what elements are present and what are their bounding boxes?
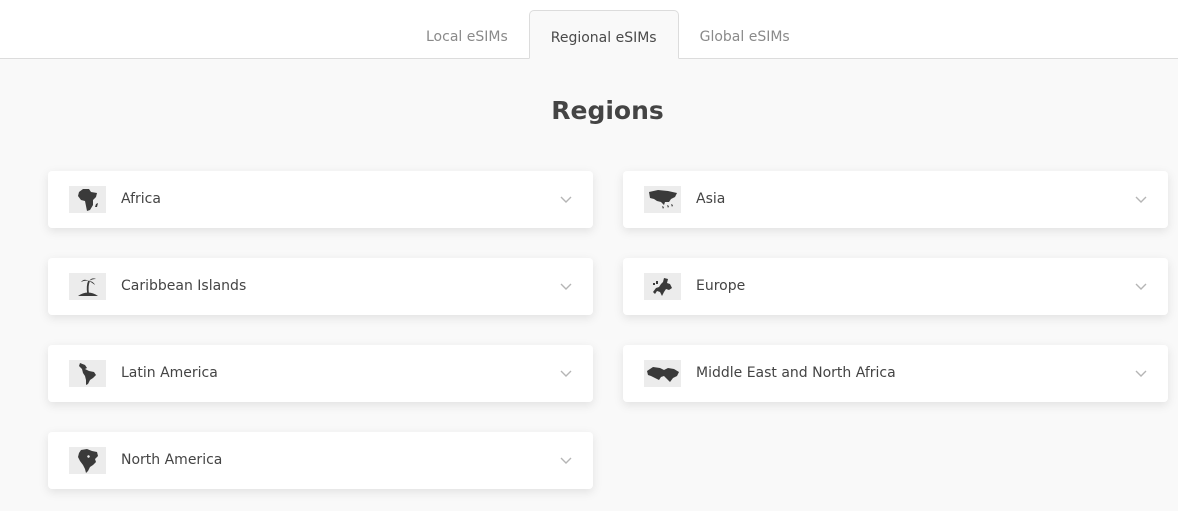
tab-regional-esims[interactable]: Regional eSIMs (528, 10, 679, 59)
chevron-down-icon (560, 196, 572, 203)
region-label: North America (121, 452, 223, 468)
region-label: Europe (696, 278, 746, 294)
chevron-down-icon (560, 370, 572, 377)
europe-map-icon (644, 273, 681, 300)
chevron-down-icon (1135, 370, 1147, 377)
region-label: Asia (696, 191, 726, 207)
region-card-middle-east-and-north-africa[interactable]: Middle East and North Africa (623, 345, 1168, 402)
region-label: Latin America (121, 365, 218, 381)
region-card-europe[interactable]: Europe (623, 258, 1168, 315)
region-label: Caribbean Islands (121, 278, 247, 294)
region-card-north-america[interactable]: North America (48, 432, 593, 489)
esim-type-tabs: Local eSIMs Regional eSIMs Global eSIMs (405, 10, 811, 59)
region-card-asia[interactable]: Asia (623, 171, 1168, 228)
latin-america-map-icon (69, 360, 106, 387)
region-label: Middle East and North Africa (696, 365, 896, 381)
tab-global-esims[interactable]: Global eSIMs (679, 10, 811, 58)
chevron-down-icon (560, 457, 572, 464)
chevron-down-icon (560, 283, 572, 290)
asia-map-icon (644, 186, 681, 213)
top-nav-bar: Local eSIMs Regional eSIMs Global eSIMs (0, 0, 1178, 59)
region-label: Africa (121, 191, 161, 207)
tab-local-esims[interactable]: Local eSIMs (405, 10, 529, 58)
region-card-caribbean-islands[interactable]: Caribbean Islands (48, 258, 593, 315)
north-america-map-icon (69, 447, 106, 474)
mena-map-icon (644, 360, 681, 387)
africa-map-icon (69, 186, 106, 213)
page-title: Regions (551, 96, 664, 125)
palm-island-icon (69, 273, 106, 300)
region-card-africa[interactable]: Africa (48, 171, 593, 228)
chevron-down-icon (1135, 283, 1147, 290)
region-card-latin-america[interactable]: Latin America (48, 345, 593, 402)
chevron-down-icon (1135, 196, 1147, 203)
